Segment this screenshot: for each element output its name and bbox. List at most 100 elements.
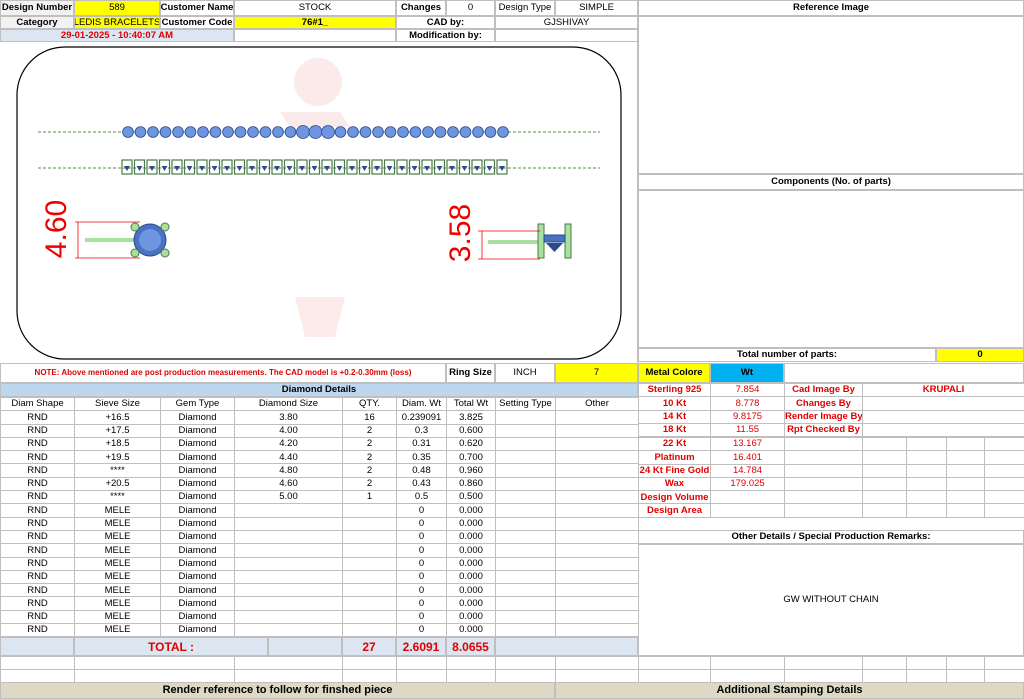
- table-cell[interactable]: 2: [342, 476, 397, 492]
- table-cell[interactable]: MELE: [74, 596, 161, 611]
- table-cell[interactable]: 4.60: [234, 476, 343, 492]
- table-cell[interactable]: [555, 450, 639, 465]
- table-cell[interactable]: [495, 529, 556, 545]
- table-cell[interactable]: Diamond: [160, 609, 235, 625]
- total-parts-value[interactable]: 0: [936, 348, 1024, 362]
- table-cell[interactable]: Diamond: [160, 543, 235, 558]
- table-cell[interactable]: 0.960: [446, 463, 496, 478]
- table-cell[interactable]: Diamond: [160, 436, 235, 452]
- table-cell[interactable]: 3.825: [446, 410, 496, 425]
- metal-wt[interactable]: [710, 490, 785, 505]
- table-cell[interactable]: Diamond: [160, 583, 235, 598]
- table-cell[interactable]: MELE: [74, 583, 161, 598]
- table-cell[interactable]: [342, 543, 397, 558]
- table-cell[interactable]: [555, 503, 639, 518]
- table-cell[interactable]: 0: [396, 569, 447, 585]
- table-cell[interactable]: RND: [0, 583, 75, 598]
- table-cell[interactable]: 0.000: [446, 529, 496, 545]
- remarks-text[interactable]: GW WITHOUT CHAIN: [638, 544, 1024, 656]
- table-cell[interactable]: [234, 623, 343, 638]
- table-cell[interactable]: RND: [0, 556, 75, 571]
- table-cell[interactable]: RND: [0, 503, 75, 518]
- table-cell[interactable]: [342, 583, 397, 598]
- changes-value[interactable]: 0: [446, 0, 495, 16]
- design-number-value[interactable]: 589: [74, 0, 160, 16]
- table-cell[interactable]: Diamond: [160, 556, 235, 571]
- metal-wt[interactable]: 13.167: [710, 436, 785, 452]
- table-cell[interactable]: MELE: [74, 556, 161, 571]
- metal-wt[interactable]: 14.784: [710, 463, 785, 478]
- table-cell[interactable]: +17.5: [74, 423, 161, 438]
- table-cell[interactable]: MELE: [74, 503, 161, 518]
- table-cell[interactable]: 0: [396, 529, 447, 545]
- table-cell[interactable]: 4.20: [234, 436, 343, 452]
- table-cell[interactable]: Diamond: [160, 450, 235, 465]
- table-cell[interactable]: MELE: [74, 529, 161, 545]
- metal-right-value[interactable]: KRUPALI: [862, 382, 1024, 398]
- table-cell[interactable]: [342, 596, 397, 611]
- metal-wt[interactable]: 9.8175: [710, 409, 785, 424]
- table-cell[interactable]: 0: [396, 583, 447, 598]
- table-cell[interactable]: [234, 503, 343, 518]
- design-type-value[interactable]: SIMPLE: [555, 0, 638, 16]
- table-cell[interactable]: [555, 436, 639, 452]
- table-cell[interactable]: [555, 516, 639, 531]
- metal-right-value[interactable]: [862, 422, 1024, 438]
- table-cell[interactable]: 5.00: [234, 490, 343, 505]
- table-cell[interactable]: 0.600: [446, 423, 496, 438]
- table-cell[interactable]: [495, 556, 556, 571]
- category-value[interactable]: LEDIS BRACELETS: [74, 16, 160, 29]
- table-cell[interactable]: ****: [74, 463, 161, 478]
- table-cell[interactable]: 0.43: [396, 476, 447, 492]
- table-cell[interactable]: [234, 583, 343, 598]
- table-cell[interactable]: [495, 436, 556, 452]
- table-cell[interactable]: Diamond: [160, 463, 235, 478]
- table-cell[interactable]: [555, 529, 639, 545]
- table-cell[interactable]: [555, 596, 639, 611]
- table-cell[interactable]: 0: [396, 596, 447, 611]
- table-cell[interactable]: 0.239091: [396, 410, 447, 425]
- table-cell[interactable]: 0.000: [446, 609, 496, 625]
- table-cell[interactable]: [234, 596, 343, 611]
- table-cell[interactable]: [495, 569, 556, 585]
- table-cell[interactable]: MELE: [74, 569, 161, 585]
- table-cell[interactable]: [555, 423, 639, 438]
- table-cell[interactable]: 1: [342, 490, 397, 505]
- table-cell[interactable]: [495, 476, 556, 492]
- table-cell[interactable]: 2: [342, 423, 397, 438]
- table-cell[interactable]: 2: [342, 450, 397, 465]
- table-cell[interactable]: 0: [396, 543, 447, 558]
- table-cell[interactable]: 0.620: [446, 436, 496, 452]
- metal-wt[interactable]: 8.778: [710, 396, 785, 411]
- table-cell[interactable]: [495, 423, 556, 438]
- table-cell[interactable]: +19.5: [74, 450, 161, 465]
- table-cell[interactable]: RND: [0, 450, 75, 465]
- table-cell[interactable]: 2: [342, 463, 397, 478]
- table-cell[interactable]: RND: [0, 476, 75, 492]
- table-cell[interactable]: Diamond: [160, 503, 235, 518]
- table-cell[interactable]: MELE: [74, 623, 161, 638]
- table-cell[interactable]: Diamond: [160, 596, 235, 611]
- table-cell[interactable]: 0.000: [446, 503, 496, 518]
- table-cell[interactable]: 0: [396, 556, 447, 571]
- customer-code-value[interactable]: 76#1_: [234, 16, 396, 29]
- table-cell[interactable]: +16.5: [74, 410, 161, 425]
- metal-wt[interactable]: 179.025: [710, 476, 785, 492]
- table-cell[interactable]: RND: [0, 623, 75, 638]
- metal-right-value[interactable]: [862, 409, 1024, 424]
- table-cell[interactable]: 0: [396, 503, 447, 518]
- table-cell[interactable]: 4.00: [234, 423, 343, 438]
- table-cell[interactable]: Diamond: [160, 569, 235, 585]
- table-cell[interactable]: [495, 596, 556, 611]
- table-cell[interactable]: MELE: [74, 609, 161, 625]
- table-cell[interactable]: RND: [0, 609, 75, 625]
- table-cell[interactable]: RND: [0, 596, 75, 611]
- table-cell[interactable]: 0.3: [396, 423, 447, 438]
- table-cell[interactable]: [342, 556, 397, 571]
- table-cell[interactable]: [342, 569, 397, 585]
- table-cell[interactable]: 16: [342, 410, 397, 425]
- table-cell[interactable]: [555, 410, 639, 425]
- table-cell[interactable]: [342, 516, 397, 531]
- table-cell[interactable]: [495, 450, 556, 465]
- table-cell[interactable]: 4.80: [234, 463, 343, 478]
